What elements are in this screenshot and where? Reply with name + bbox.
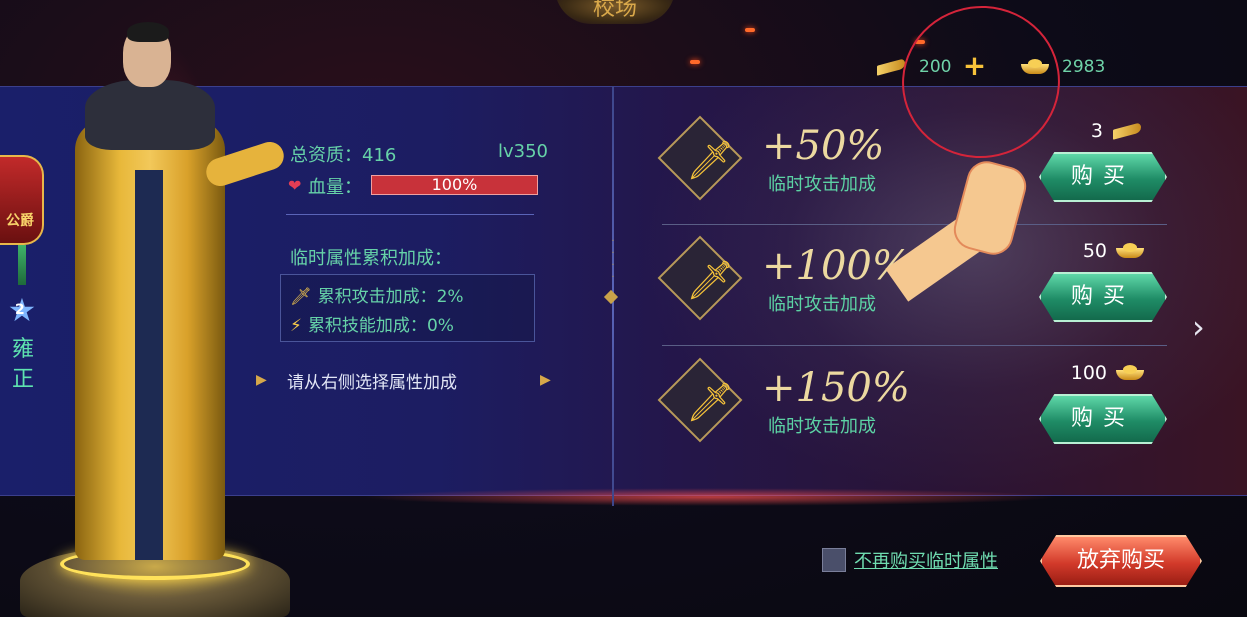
offer-desc: 临时攻击加成 <box>768 174 876 195</box>
accumulated-skill-label: 累积技能加成： <box>307 316 427 336</box>
tassel-icon <box>18 245 26 285</box>
gold-ingot-icon <box>1115 364 1145 382</box>
offer-price: 50 <box>1083 240 1145 262</box>
ember-particle <box>745 28 755 32</box>
accumulated-skill: ⚡ 累积技能加成：0% <box>290 311 454 336</box>
thumb-hand <box>949 156 1031 260</box>
hero-figure <box>55 20 288 595</box>
offer-percent: +150% <box>762 365 910 411</box>
offer-price-value: 50 <box>1082 240 1107 262</box>
offer-price-value: 100 <box>1070 362 1107 384</box>
sword-icon: 🗡 <box>686 380 735 424</box>
star-level: 2 <box>15 302 25 318</box>
offer-row: 🗡 +150% 临时攻击加成 100 购买 <box>657 357 1167 470</box>
offer-desc: 临时攻击加成 <box>768 294 876 315</box>
chevron-right-icon[interactable]: › <box>1192 308 1205 346</box>
panel-bottom-glow <box>360 488 1060 506</box>
thumbs-up-icon <box>875 156 1045 328</box>
gold-ingot-icon <box>1115 242 1145 260</box>
hp-value: 100% <box>431 175 478 194</box>
arrow-right-icon: ▶ <box>256 372 267 388</box>
offer-price: 100 <box>1071 362 1145 384</box>
hero-hair <box>127 22 169 42</box>
hero-fur-collar <box>85 80 215 150</box>
abandon-purchase-button[interactable]: 放弃购买 <box>1040 535 1202 587</box>
heart-icon: ❤ <box>288 176 302 195</box>
hp-label: 血量： <box>308 177 362 198</box>
no-temp-purchase-checkbox[interactable] <box>822 548 846 572</box>
accumulated-attack-value: 2% <box>436 287 464 307</box>
buy-button[interactable]: 购买 <box>1039 152 1167 202</box>
rank-badge <box>0 155 44 245</box>
offer-price: 3 <box>1091 120 1145 142</box>
sword-icon: 🗡 <box>290 287 312 307</box>
offer-divider <box>662 345 1167 346</box>
accumulated-skill-value: 0% <box>426 316 454 336</box>
offer-price-value: 3 <box>1090 120 1103 142</box>
robe-stripe <box>135 170 163 560</box>
hero-name: 雍正 <box>11 337 34 392</box>
aptitude-value: 416 <box>362 145 397 166</box>
arrow-right-icon: ▶ <box>540 372 551 388</box>
hero-level: lv350 <box>498 141 549 162</box>
game-screen: 校场 200 + 2983 公爵 ★ 2 雍正 总资质：416 lv350 ❤ … <box>0 0 1247 617</box>
horn-icon <box>1111 122 1145 140</box>
sword-icon: 🗡 <box>686 138 735 182</box>
select-hint: 请从右侧选择属性加成 <box>287 373 457 393</box>
divider-dots: · · · · <box>611 236 615 283</box>
offer-desc: 临时攻击加成 <box>768 416 876 437</box>
lightning-icon: ⚡ <box>290 316 302 336</box>
rank-badge-text: 公爵 <box>6 213 34 229</box>
accumulated-attack: 🗡 累积攻击加成：2% <box>290 282 464 307</box>
stats-divider <box>286 214 534 215</box>
gold-amount: 2983 <box>1062 57 1106 77</box>
accumulated-title: 临时属性累积加成： <box>290 248 452 269</box>
accumulated-attack-label: 累积攻击加成： <box>317 287 437 307</box>
ember-particle <box>690 60 700 64</box>
aptitude: 总资质：416 <box>290 141 396 167</box>
sword-icon: 🗡 <box>686 258 735 302</box>
offer-percent: +50% <box>762 123 885 169</box>
aptitude-label: 总资质： <box>290 145 362 166</box>
page-title: 校场 <box>555 0 675 24</box>
buy-button[interactable]: 购买 <box>1039 394 1167 444</box>
buy-button[interactable]: 购买 <box>1039 272 1167 322</box>
no-temp-purchase-label[interactable]: 不再购买临时属性 <box>854 547 998 573</box>
